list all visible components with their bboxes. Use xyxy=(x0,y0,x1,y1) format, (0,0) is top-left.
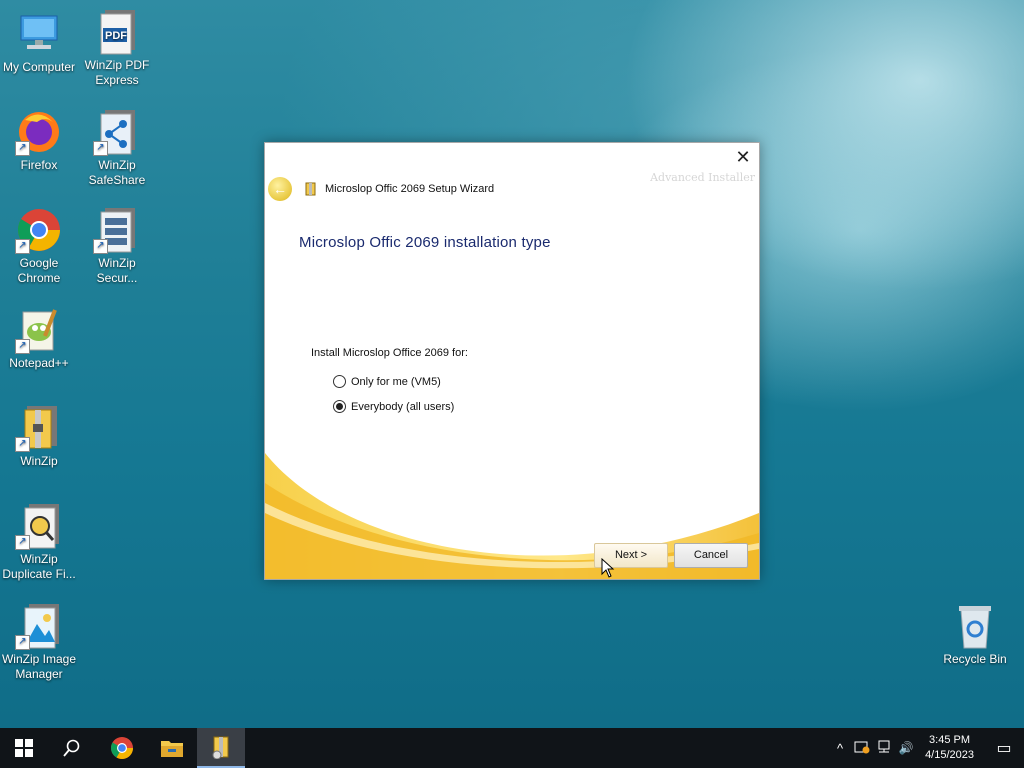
shortcut-arrow-icon: ↗ xyxy=(93,239,108,254)
desktop-icon-label: Recycle Bin xyxy=(943,652,1007,666)
installer-brand-watermark: Advanced Installer xyxy=(650,171,755,184)
volume-icon[interactable]: 🔊 xyxy=(895,741,917,755)
desktop-icon-winzip-duplicate-finder[interactable]: ↗ WinZip Duplicate Fi... xyxy=(0,502,78,582)
image-manager-icon: ↗ xyxy=(15,602,63,650)
firefox-icon: ↗ xyxy=(15,108,63,156)
shortcut-arrow-icon: ↗ xyxy=(93,141,108,156)
desktop-icon-label: WinZip Secur... xyxy=(96,256,138,285)
desktop-icon-google-chrome[interactable]: ↗ Google Chrome xyxy=(0,206,78,286)
taskbar-setup-wizard[interactable] xyxy=(197,728,245,768)
page-heading: Microslop Offic 2069 installation type xyxy=(299,234,551,251)
shortcut-arrow-icon: ↗ xyxy=(15,635,30,650)
wizard-title: Microslop Offic 2069 Setup Wizard xyxy=(325,183,495,195)
desktop-icon-winzip-image-manager[interactable]: ↗ WinZip Image Manager xyxy=(0,602,78,682)
taskbar-file-explorer[interactable] xyxy=(148,728,196,768)
radio-button-selected[interactable] xyxy=(333,400,346,413)
show-hidden-icons-chevron-icon[interactable]: ^ xyxy=(829,741,851,756)
setup-wizard-dialog: ✕ Advanced Installer ← Microslop Offic 2… xyxy=(264,142,760,580)
option-label: Everybody (all users) xyxy=(351,400,455,413)
desktop-icon-label: WinZip PDF Express xyxy=(84,58,150,87)
clock-time: 3:45 PM xyxy=(929,734,971,746)
shortcut-arrow-icon: ↗ xyxy=(15,141,30,156)
chrome-icon: ↗ xyxy=(15,206,63,254)
recycle-bin-icon xyxy=(951,602,999,650)
notification-center-icon[interactable]: ▭ xyxy=(984,738,1024,758)
notepad-icon: ↗ xyxy=(15,306,63,354)
search-icon xyxy=(63,739,80,757)
shortcut-arrow-icon: ↗ xyxy=(15,437,30,452)
shortcut-arrow-icon: ↗ xyxy=(15,239,30,254)
desktop-icon-label: Notepad++ xyxy=(9,356,69,370)
folder-icon xyxy=(161,741,183,757)
clock[interactable]: 3:45 PM 4/15/2023 xyxy=(925,733,974,763)
option-everybody[interactable]: Everybody (all users) xyxy=(333,400,454,413)
shortcut-arrow-icon: ↗ xyxy=(15,339,30,354)
desktop-icon-winzip-secure[interactable]: ↗ WinZip Secur... xyxy=(78,206,156,286)
desktop-icon-label: WinZip Image Manager xyxy=(1,652,77,681)
duplicate-finder-icon: ↗ xyxy=(15,502,63,550)
desktop-icon-winzip[interactable]: ↗ WinZip xyxy=(0,404,78,469)
radio-button[interactable] xyxy=(333,375,346,388)
taskbar: ^ 🔊 3:45 PM 4/15/2023 ▭ xyxy=(0,728,1024,768)
server-icon: ↗ xyxy=(93,206,141,254)
desktop-icon-winzip-safeshare[interactable]: ↗ WinZip SafeShare xyxy=(78,108,156,188)
security-warning-icon[interactable] xyxy=(851,740,873,757)
back-button[interactable]: ← xyxy=(268,177,292,201)
desktop-icon-firefox[interactable]: ↗ Firefox xyxy=(0,108,78,173)
winzip-icon: ↗ xyxy=(15,404,63,452)
windows-logo-icon xyxy=(15,739,33,757)
system-tray: ^ 🔊 3:45 PM 4/15/2023 ▭ xyxy=(829,728,1024,768)
computer-icon xyxy=(15,10,63,58)
option-only-for-me[interactable]: Only for me (VM5) xyxy=(333,375,441,388)
pdf-file-icon: PDF xyxy=(93,8,141,56)
start-button[interactable] xyxy=(0,728,48,768)
setup-app-icon xyxy=(305,182,316,196)
clock-date: 4/15/2023 xyxy=(925,749,974,761)
search-button[interactable] xyxy=(48,728,96,768)
shortcut-arrow-icon: ↗ xyxy=(15,535,30,550)
desktop-icon-label: Google Chrome xyxy=(17,256,61,285)
option-label: Only for me (VM5) xyxy=(351,375,441,388)
desktop-icon-label: Firefox xyxy=(20,158,58,172)
desktop-icon-label: WinZip Duplicate Fi... xyxy=(2,552,76,581)
install-for-prompt: Install Microslop Office 2069 for: xyxy=(311,347,468,359)
share-icon: ↗ xyxy=(93,108,141,156)
desktop-icon-my-computer[interactable]: My Computer xyxy=(0,10,78,75)
desktop-icon-recycle-bin[interactable]: Recycle Bin xyxy=(936,602,1014,667)
cancel-button[interactable]: Cancel xyxy=(674,543,748,568)
mouse-cursor-icon xyxy=(601,558,615,578)
wizard-title-bar: Microslop Offic 2069 Setup Wizard xyxy=(305,182,494,196)
desktop-icon-winzip-pdf-express[interactable]: PDF WinZip PDF Express xyxy=(78,8,156,88)
network-icon[interactable] xyxy=(873,740,895,757)
chrome-icon xyxy=(111,737,133,759)
desktop-icon-notepad-plus-plus[interactable]: ↗ Notepad++ xyxy=(0,306,78,371)
taskbar-chrome[interactable] xyxy=(98,728,146,768)
desktop-icon-label: My Computer xyxy=(2,60,76,74)
desktop-icon-label: WinZip xyxy=(20,454,58,468)
desktop-icon-label: WinZip SafeShare xyxy=(88,158,146,187)
setup-app-icon xyxy=(212,736,229,759)
close-button[interactable]: ✕ xyxy=(735,148,751,166)
